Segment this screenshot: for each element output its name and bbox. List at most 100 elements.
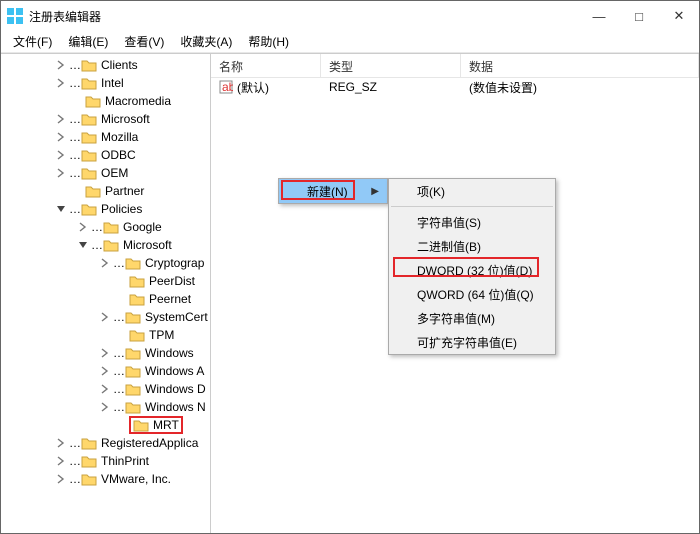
context-submenu[interactable]: 项(K) 字符串值(S) 二进制值(B) DWORD (32 位)值(D) QW… <box>388 178 556 355</box>
value-type: REG_SZ <box>321 80 461 94</box>
tree-item-tpm[interactable]: TPM <box>1 326 210 344</box>
title-bar: 注册表编辑器 — □ ✕ <box>1 1 699 31</box>
maximize-button[interactable]: □ <box>619 2 659 30</box>
tree-item-thinprint[interactable]: …ThinPrint <box>1 452 210 470</box>
folder-icon <box>129 274 145 288</box>
column-type[interactable]: 类型 <box>321 54 461 77</box>
submenu-expand[interactable]: 可扩充字符串值(E) <box>389 330 555 354</box>
expand-icon[interactable] <box>99 257 111 269</box>
folder-icon <box>125 400 141 414</box>
string-icon: ab <box>219 80 233 94</box>
expand-icon[interactable] <box>55 473 67 485</box>
expand-icon[interactable] <box>99 383 111 395</box>
tree-item-microsoft[interactable]: …Microsoft <box>1 110 210 128</box>
context-menu[interactable]: 新建(N) ▶ <box>278 178 388 204</box>
column-data[interactable]: 数据 <box>461 54 699 77</box>
expand-icon[interactable] <box>55 59 67 71</box>
submenu-qword[interactable]: QWORD (64 位)值(Q) <box>389 282 555 306</box>
tree-item-crypto[interactable]: …Cryptograp <box>1 254 210 272</box>
expand-icon[interactable] <box>55 77 67 89</box>
tree-item-vmware[interactable]: …VMware, Inc. <box>1 470 210 488</box>
tree-item-intel[interactable]: …Intel <box>1 74 210 92</box>
folder-icon <box>81 58 97 72</box>
tree-item-policies[interactable]: …Policies <box>1 200 210 218</box>
submenu-multi[interactable]: 多字符串值(M) <box>389 306 555 330</box>
menu-file[interactable]: 文件(F) <box>5 31 60 52</box>
minimize-button[interactable]: — <box>579 2 619 30</box>
expand-icon[interactable] <box>99 347 111 359</box>
tree-item-peernet[interactable]: Peernet <box>1 290 210 308</box>
submenu-dword[interactable]: DWORD (32 位)值(D) <box>389 258 555 282</box>
expand-icon[interactable] <box>55 113 67 125</box>
tree-item-oem[interactable]: …OEM <box>1 164 210 182</box>
folder-icon <box>81 202 97 216</box>
tree-item-ms[interactable]: …Microsoft <box>1 236 210 254</box>
menu-edit[interactable]: 编辑(E) <box>60 31 116 52</box>
folder-icon <box>125 364 141 378</box>
folder-icon <box>81 130 97 144</box>
folder-icon <box>103 220 119 234</box>
tree-item-peerdist[interactable]: PeerDist <box>1 272 210 290</box>
tree-item-windowsa[interactable]: …Windows A <box>1 362 210 380</box>
column-name[interactable]: 名称 <box>211 54 321 77</box>
folder-icon <box>81 454 97 468</box>
separator <box>391 206 553 207</box>
tree-item-windows[interactable]: …Windows <box>1 344 210 362</box>
expand-icon[interactable] <box>55 167 67 179</box>
tree-item-regapp[interactable]: …RegisteredApplica <box>1 434 210 452</box>
expand-icon[interactable] <box>55 455 67 467</box>
tree-item-odbc[interactable]: …ODBC <box>1 146 210 164</box>
folder-icon <box>125 310 141 324</box>
folder-icon <box>129 328 145 342</box>
submenu-binary[interactable]: 二进制值(B) <box>389 234 555 258</box>
value-row-default[interactable]: ab (默认) REG_SZ (数值未设置) <box>211 78 699 96</box>
folder-icon <box>81 436 97 450</box>
folder-icon <box>125 346 141 360</box>
expand-icon[interactable] <box>77 221 89 233</box>
folder-icon <box>129 292 145 306</box>
context-new[interactable]: 新建(N) ▶ <box>279 179 387 203</box>
folder-icon <box>81 166 97 180</box>
expand-icon[interactable] <box>99 401 111 413</box>
tree-item-macromedia[interactable]: Macromedia <box>1 92 210 110</box>
folder-icon <box>103 238 119 252</box>
tree-item-windowsd[interactable]: …Windows D <box>1 380 210 398</box>
svg-text:ab: ab <box>222 80 233 94</box>
menu-bar: 文件(F) 编辑(E) 查看(V) 收藏夹(A) 帮助(H) <box>1 31 699 53</box>
folder-icon <box>133 418 149 432</box>
menu-view[interactable]: 查看(V) <box>116 31 172 52</box>
submenu-string[interactable]: 字符串值(S) <box>389 210 555 234</box>
submenu-key[interactable]: 项(K) <box>389 179 555 203</box>
folder-icon <box>125 382 141 396</box>
tree-item-mozilla[interactable]: …Mozilla <box>1 128 210 146</box>
expand-icon[interactable] <box>55 131 67 143</box>
collapse-icon[interactable] <box>55 203 67 215</box>
list-header: 名称 类型 数据 <box>211 54 699 78</box>
folder-icon <box>85 184 101 198</box>
tree-item-clients[interactable]: …Clients <box>1 56 210 74</box>
tree-pane[interactable]: …Clients …Intel Macromedia …Microsoft …M… <box>1 54 211 533</box>
folder-icon <box>81 76 97 90</box>
tree-item-partner[interactable]: Partner <box>1 182 210 200</box>
tree-item-mrt[interactable]: MRT <box>1 416 210 434</box>
collapse-icon[interactable] <box>77 239 89 251</box>
tree-item-windowsn[interactable]: …Windows N <box>1 398 210 416</box>
expand-icon[interactable] <box>55 149 67 161</box>
app-icon <box>7 8 23 24</box>
menu-help[interactable]: 帮助(H) <box>240 31 297 52</box>
expand-icon[interactable] <box>99 365 111 377</box>
expand-icon[interactable] <box>99 311 111 323</box>
close-button[interactable]: ✕ <box>659 2 699 30</box>
menu-favorites[interactable]: 收藏夹(A) <box>172 31 240 52</box>
folder-icon <box>81 148 97 162</box>
value-name: (默认) <box>237 79 269 96</box>
tree-item-google[interactable]: …Google <box>1 218 210 236</box>
tree-item-systemcert[interactable]: …SystemCert <box>1 308 210 326</box>
context-new-label: 新建(N) <box>307 183 348 200</box>
folder-icon <box>85 94 101 108</box>
submenu-arrow-icon: ▶ <box>371 186 379 197</box>
window-title: 注册表编辑器 <box>29 8 579 25</box>
folder-icon <box>125 256 141 270</box>
folder-icon <box>81 112 97 126</box>
expand-icon[interactable] <box>55 437 67 449</box>
